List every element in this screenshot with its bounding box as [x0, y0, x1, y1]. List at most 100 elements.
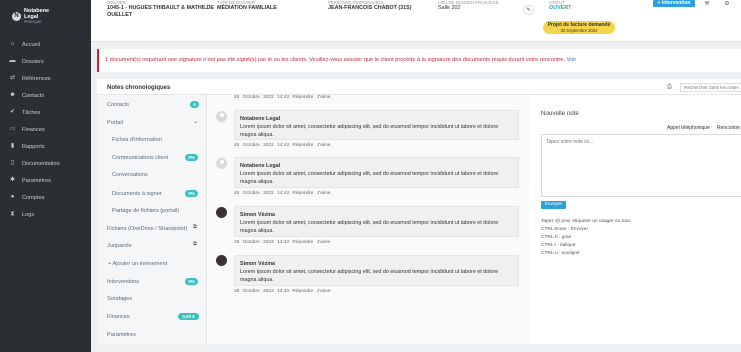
sidebar-item-documentation[interactable]: ▯ Documentation — [0, 155, 91, 172]
edit-room-button[interactable]: ✎ — [523, 5, 534, 15]
help-text: CTRL-b : gras — [541, 235, 572, 240]
sidebar-item-rapports[interactable]: ▮ Rapports — [0, 138, 91, 155]
file-nav-partage[interactable]: Partage de fichiers (portail) — [112, 208, 179, 214]
note-text: Lorem ipsum dolor sit amet, consectetur … — [240, 171, 499, 185]
note-card: Simon Vézina Lorem ipsum dolor sit amet,… — [234, 255, 519, 286]
communications-badge: 0% — [185, 154, 198, 161]
file-nav-juriparole[interactable]: Juriparole — [107, 243, 132, 249]
book-icon: ▯ — [10, 160, 15, 166]
note-text: Lorem ipsum dolor sit amet, consectetur … — [240, 269, 499, 283]
sidebar-item-references[interactable]: ⇄ Références — [0, 70, 91, 87]
file-type-value: MÉDIATION FAMILIALE — [217, 5, 277, 11]
note-author: Simon Vézina — [240, 261, 276, 267]
room-value: Salle 202 — [438, 5, 461, 11]
avatar — [216, 255, 227, 266]
add-intervention-button[interactable]: + Intervention — [653, 0, 695, 7]
send-button[interactable]: Envoyer — [541, 201, 566, 209]
sidebar-item-parametres[interactable]: ✱ Paramètres — [0, 172, 91, 189]
invoice-badge: Projet de facture demandé 30 Septembre 2… — [543, 21, 615, 34]
help-text: Tapez @ pour étiqueter un usager ou tous — [541, 219, 631, 224]
sidebar-item-taches[interactable]: ✔ Tâches — [0, 104, 91, 121]
responsible-info: PERSONNE RESPONSABLE JEAN-FRANCOIS CHABO… — [328, 0, 438, 12]
file-nav-sondages[interactable]: Sondages — [107, 296, 132, 302]
sidebar-item-label: Logs — [22, 211, 35, 218]
tools-icon[interactable]: ⚒ — [702, 0, 712, 8]
sidebar-item-label: Tâches — [22, 109, 41, 116]
hourglass-icon: ⧗ — [10, 211, 15, 217]
file-nav-conversations[interactable]: Conversations — [112, 172, 148, 178]
sidebar-item-contacts[interactable]: ☻ Contacts — [0, 87, 91, 104]
file-nav-parametres[interactable]: Paramètres — [107, 332, 136, 338]
card-icon: ▭ — [9, 126, 16, 132]
sidebar-item-label: Références — [22, 75, 51, 82]
finances-amount-badge: 0,00 $ — [178, 313, 199, 320]
pencil-icon: ✎ — [526, 7, 531, 13]
gear-icon: ✱ — [9, 177, 16, 183]
avatar — [216, 207, 227, 218]
logo[interactable]: N Notabene Legal PRATIQUE — [12, 8, 49, 24]
sidebar-item-label: Documentation — [22, 160, 60, 167]
tab-phone-call[interactable]: Appel téléphonique — [667, 125, 710, 131]
sidebar-item-label: Finances — [22, 126, 45, 133]
sidebar-item-label: Comptes — [22, 194, 45, 201]
room-info: LIEU DE SESSION PRIVILÉGIÉ Salle 202 — [438, 0, 518, 12]
file-nav-fichiers[interactable]: Fichiers (OneDrive / Sharepoint) — [107, 226, 187, 232]
notes-search-input[interactable] — [680, 83, 741, 92]
note-meta: 26 Octobre 2022 14:43 Répondre J'aime — [234, 191, 331, 196]
tab-meeting[interactable]: Rencontre — [717, 125, 740, 131]
note-author: Notabene Legal — [240, 116, 281, 122]
logo-icon: N — [12, 12, 21, 21]
notes-title: Notes chronologiques — [107, 85, 171, 91]
status-value: OUVERT — [549, 5, 572, 11]
note-author: Notabene Legal — [240, 163, 281, 169]
users-icon: ☻ — [9, 92, 16, 98]
logo-text: Notabene Legal PRATIQUE — [24, 8, 49, 24]
note-card: Simon Vézina Lorem ipsum dolor sit amet,… — [234, 206, 519, 237]
home-icon: ⌂ — [10, 41, 15, 47]
sidebar-item-accueil[interactable]: ⌂ Accueil — [0, 36, 91, 53]
file-nav-interventions[interactable]: Interventions — [107, 279, 139, 285]
sidebar-item-comptes[interactable]: ● Comptes — [0, 189, 91, 206]
file-info: DOSSIER 1045-1 - HUGUES THIBAULT & MATHI… — [107, 0, 217, 19]
external-link-icon[interactable]: ⧉ — [193, 224, 197, 231]
file-nav-communications[interactable]: Communications client — [112, 155, 168, 161]
help-text: CTRL-i : italique — [541, 243, 576, 248]
new-note-panel: Nouvelle note Appel téléphonique Rencont… — [537, 95, 741, 344]
note-author: Simon Vézina — [240, 212, 276, 218]
chevron-down-icon[interactable]: ⌄ — [193, 118, 198, 125]
avatar — [216, 111, 227, 122]
note-meta: 26 Octobre 2022 14:43 Répondre J'aime — [234, 289, 331, 294]
note-textarea[interactable] — [541, 134, 741, 197]
contacts-count-badge: 4 — [190, 101, 199, 108]
add-event-link[interactable]: + Ajouter un événement — [108, 261, 167, 267]
sidebar-item-label: Contacts — [22, 92, 45, 99]
note-meta: 26 Octobre 2022 14:43 Répondre J'aime — [234, 143, 331, 148]
gear-icon[interactable]: ⚙ — [722, 0, 732, 8]
print-icon[interactable]: ⎙ — [667, 84, 672, 91]
responsible-value: JEAN-FRANCOIS CHABOT (31S) — [328, 5, 412, 11]
status-info: STATUT OUVERT — [549, 0, 609, 11]
sidebar-item-finances[interactable]: ▭ Finances — [0, 121, 91, 138]
file-nav-portail[interactable]: Portail — [107, 120, 123, 126]
file-nav-finances[interactable]: Finances — [107, 314, 130, 320]
file-nav-documents-signer[interactable]: Documents à signer — [112, 191, 162, 197]
interventions-badge: 0% — [185, 278, 198, 285]
alert-view-link[interactable]: Voir — [567, 57, 577, 63]
check-icon: ✔ — [9, 109, 16, 115]
avatar — [216, 158, 227, 169]
sidebar-item-label: Rapports — [22, 143, 45, 150]
alert-text-wrap: 1 document(s) requérant une signature n'… — [105, 57, 576, 63]
file-nav: Contacts 4 Portail ⌄ Fiches d'informatio… — [97, 95, 207, 344]
sidebar-item-label: Dossiers — [22, 58, 44, 65]
file-type-info: TYPE DE DOSSIER MÉDIATION FAMILIALE — [217, 0, 317, 12]
file-nav-fiches[interactable]: Fiches d'information — [112, 137, 162, 143]
handshake-icon: ⇄ — [9, 75, 16, 81]
notes-panel: Notes chronologiques ⎙ Contacts 4 Portai… — [97, 79, 741, 344]
file-nav-contacts[interactable]: Contacts — [107, 102, 129, 108]
signature-alert: 1 document(s) requérant une signature n'… — [97, 49, 741, 72]
sidebar-item-logs[interactable]: ⧗ Logs — [0, 206, 91, 223]
external-link-icon[interactable]: ⧉ — [193, 241, 197, 248]
folder-icon: ▬ — [9, 58, 16, 64]
note-text: Lorem ipsum dolor sit amet, consectetur … — [240, 124, 499, 138]
sidebar-item-dossiers[interactable]: ▬ Dossiers — [0, 53, 91, 70]
